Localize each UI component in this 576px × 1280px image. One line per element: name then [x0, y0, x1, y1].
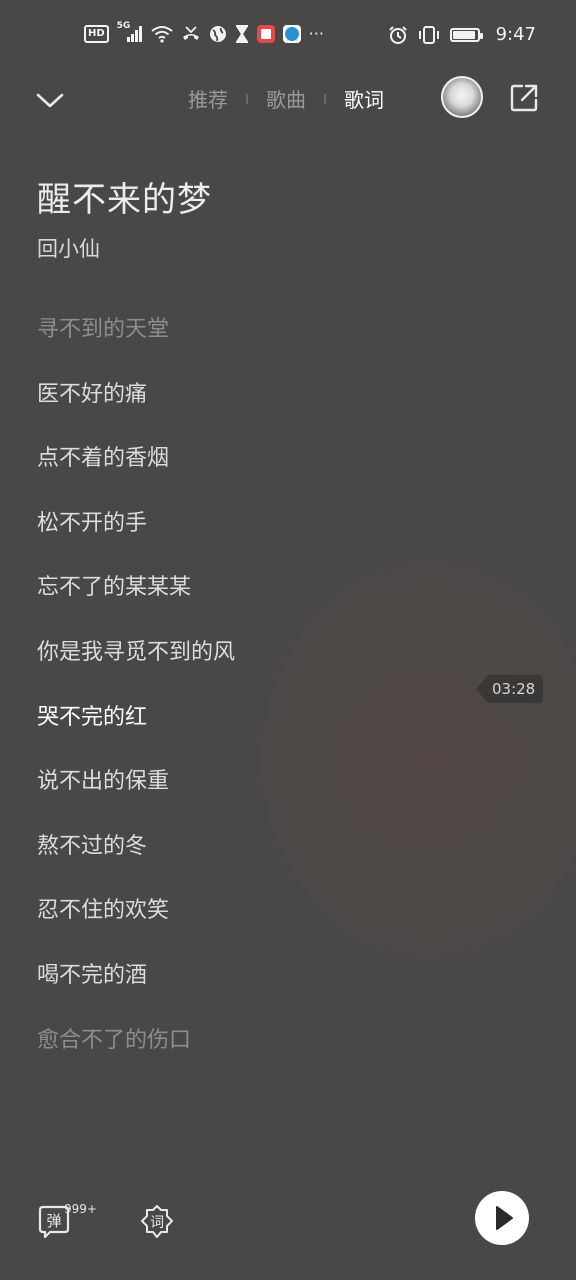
lyric-line[interactable]: 说不出的保重: [37, 764, 457, 829]
lyric-line[interactable]: 忘不了的某某某: [37, 570, 457, 635]
lyric-line[interactable]: 熬不过的冬: [37, 829, 457, 894]
song-title: 醒不来的梦: [37, 180, 212, 220]
lyric-line[interactable]: 点不着的香烟: [37, 441, 457, 506]
alarm-icon: [388, 25, 407, 44]
danmu-label: 弹: [46, 1212, 61, 1230]
lyric-line[interactable]: 你是我寻觅不到的风: [37, 635, 457, 700]
lyric-line-current[interactable]: 哭不完的红: [37, 700, 457, 765]
tab-divider: [324, 93, 326, 104]
hd-icon: HD: [84, 24, 109, 43]
tab-song[interactable]: 歌曲: [266, 84, 306, 113]
play-button[interactable]: [475, 1191, 529, 1245]
lyric-line[interactable]: 忍不住的欢笑: [37, 893, 457, 958]
lyrics-screen: HD 5G ··· 9:47 推荐 歌曲 歌词 醒不来的梦 回小仙 寻不到的天堂…: [0, 0, 576, 1280]
status-left: HD 5G ···: [84, 21, 324, 43]
battery-icon: [449, 27, 483, 42]
song-artist[interactable]: 回小仙: [37, 233, 100, 263]
clock: 9:47: [495, 24, 536, 45]
tab-recommend[interactable]: 推荐: [188, 84, 228, 113]
lyric-line[interactable]: 愈合不了的伤口: [37, 1023, 457, 1088]
share-icon[interactable]: [508, 82, 540, 114]
lyric-icon[interactable]: 词: [139, 1204, 175, 1240]
browser-app-icon: [282, 24, 301, 43]
status-right: 9:47: [388, 24, 536, 45]
globe-icon: [209, 25, 226, 42]
lyric-line[interactable]: 松不开的手: [37, 506, 457, 571]
lyric-line[interactable]: 寻不到的天堂: [37, 312, 457, 377]
lyrics-list[interactable]: 寻不到的天堂 医不好的痛 点不着的香烟 松不开的手 忘不了的某某某 你是我寻觅不到的风 哭不…: [37, 312, 457, 1087]
vibrate-icon: [418, 25, 439, 44]
tab-divider: [246, 93, 248, 104]
avatar[interactable]: [441, 76, 483, 118]
hourglass-icon: [235, 24, 248, 43]
top-nav: 推荐 歌曲 歌词: [0, 72, 576, 128]
chevron-down-icon[interactable]: [34, 84, 66, 116]
danmu-count-badge: 999+: [64, 1202, 97, 1216]
play-icon: [496, 1206, 513, 1230]
lyric-line[interactable]: 医不好的痛: [37, 377, 457, 442]
tab-bar: 推荐 歌曲 歌词: [188, 84, 384, 113]
book-app-icon: [256, 24, 275, 43]
battery-fill: [452, 30, 476, 39]
more-notifications-icon: ···: [308, 24, 324, 43]
seek-time-indicator[interactable]: 03:28: [476, 675, 544, 703]
status-bar: HD 5G ··· 9:47: [0, 0, 576, 72]
lyric-label: 词: [150, 1215, 164, 1231]
lyric-line[interactable]: 喝不完的酒: [37, 958, 457, 1023]
signal-icon: 5G: [117, 21, 143, 43]
tab-lyrics[interactable]: 歌词: [344, 84, 384, 113]
missed-call-icon: [182, 25, 199, 40]
wifi-icon: [151, 25, 173, 43]
